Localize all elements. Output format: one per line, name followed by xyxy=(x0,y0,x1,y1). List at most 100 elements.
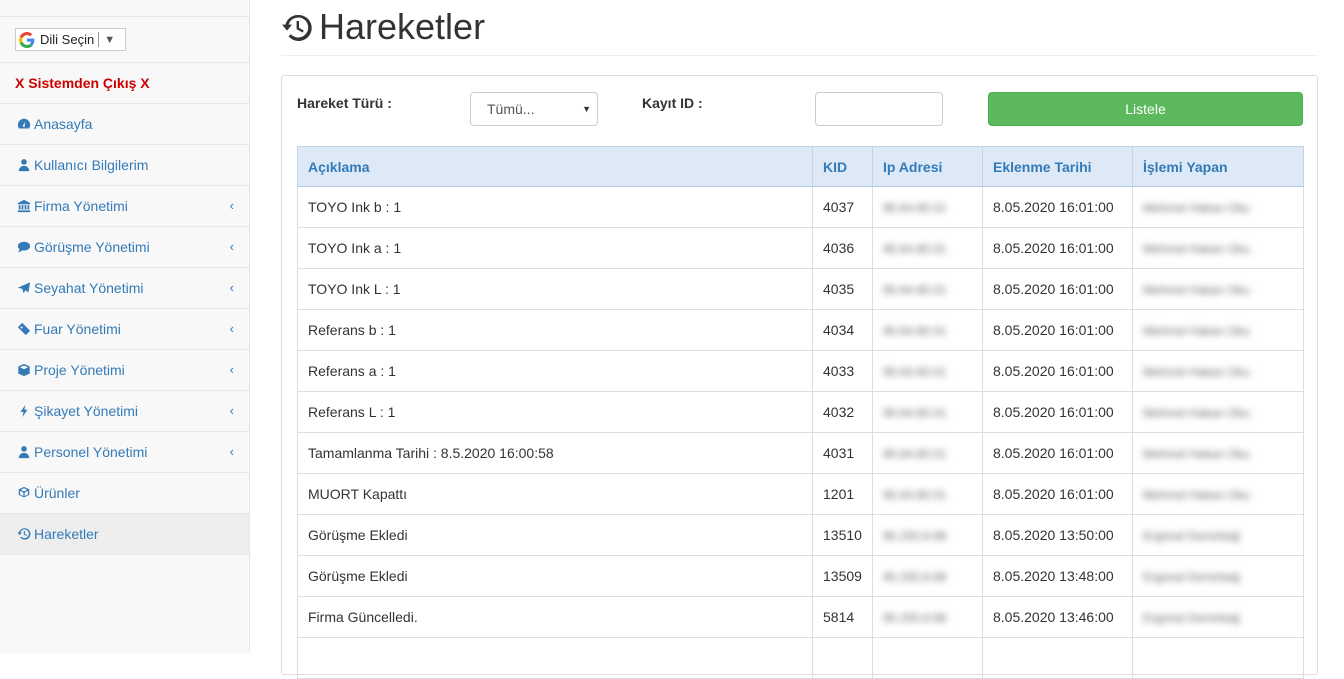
cell-kid: 4032 xyxy=(812,391,873,433)
page-header: Hareketler xyxy=(281,0,1318,56)
plane-icon xyxy=(17,281,31,295)
blurred-user-name: Mehmet Hakan Oku xyxy=(1143,406,1250,420)
header-islemi-yapan[interactable]: İşlemi Yapan xyxy=(1132,146,1304,187)
bank-icon xyxy=(17,199,31,213)
table-header-row: Açıklama KID Ip Adresi Eklenme Tarihi İş… xyxy=(297,146,1304,187)
cell-islemi-yapan: Mehmet Hakan Oku xyxy=(1132,391,1304,433)
cell-kid: 13509 xyxy=(812,555,873,597)
blurred-ip-address: 95.64.80.01 xyxy=(883,447,947,461)
cell-eklenme-tarihi: 8.05.2020 16:01:00 xyxy=(982,309,1133,351)
blurred-user-name: Mehmet Hakan Oku xyxy=(1143,488,1250,502)
chevron-left-icon: ‹ xyxy=(229,198,234,213)
header-ip-adresi[interactable]: Ip Adresi xyxy=(872,146,983,187)
table-row: Referans a : 1 4033 95.64.80.01 8.05.2020 1… xyxy=(297,350,1304,392)
record-id-label: Kayıt ID : xyxy=(642,95,703,111)
ticket-icon xyxy=(17,322,31,336)
list-button[interactable]: Listele xyxy=(988,92,1303,126)
blurred-ip-address: 95.64.80.01 xyxy=(883,283,947,297)
table-row: Referans b : 1 4034 95.64.80.01 8.05.2020 1… xyxy=(297,309,1304,351)
table-body: TOYO Ink b : 1 4037 95.64.80.01 8.05.2020 1… xyxy=(297,186,1304,679)
language-separator xyxy=(98,32,100,47)
cell-aciklama: Görüşme Ekledi xyxy=(297,555,813,597)
language-label: Dili Seçin xyxy=(40,32,95,47)
cell-eklenme-tarihi: 8.05.2020 16:01:00 xyxy=(982,432,1133,474)
sidebar-item-label: Seyahat Yönetimi xyxy=(34,280,144,296)
cell-aciklama: TOYO Ink a : 1 xyxy=(297,227,813,269)
chevron-left-icon: ‹ xyxy=(229,280,234,295)
chevron-left-icon: ‹ xyxy=(229,239,234,254)
table-row: TOYO Ink a : 1 4036 95.64.80.01 8.05.2020 1… xyxy=(297,227,1304,269)
cell-aciklama: TOYO Ink b : 1 xyxy=(297,186,813,228)
sidebar-item-label: Şikayet Yönetimi xyxy=(34,403,139,419)
cell-kid: 4033 xyxy=(812,350,873,392)
cell-eklenme-tarihi: 8.05.2020 16:01:00 xyxy=(982,186,1133,228)
cell-aciklama: Firma Güncelledi. xyxy=(297,596,813,638)
bolt-icon xyxy=(17,404,31,418)
sidebar-item-label: Firma Yönetimi xyxy=(34,198,128,214)
cell-aciklama: TOYO Ink L : 1 xyxy=(297,268,813,310)
cell-eklenme-tarihi: 8.05.2020 16:01:00 xyxy=(982,268,1133,310)
movement-type-selected: Tümü... xyxy=(487,101,535,117)
sidebar-item-proje-yonetimi[interactable]: Proje Yönetimi ‹ xyxy=(0,350,249,391)
table-row: Tamamlanma Tarihi : 8.5.2020 16:00:58 403… xyxy=(297,432,1304,474)
blurred-ip-address: 95.255.8.98 xyxy=(883,611,947,625)
table-row: TOYO Ink L : 1 4035 95.64.80.01 8.05.2020 1… xyxy=(297,268,1304,310)
movement-type-select[interactable]: Tümü... ▼ xyxy=(470,92,598,126)
sidebar-item-anasayfa[interactable]: Anasayfa xyxy=(0,104,249,145)
sidebar-item-label: Anasayfa xyxy=(34,116,93,132)
cell-eklenme-tarihi: 8.05.2020 16:01:00 xyxy=(982,391,1133,433)
blurred-ip-address: 95.64.80.01 xyxy=(883,488,947,502)
cell-islemi-yapan: Ergünal Demirbağ xyxy=(1132,596,1304,638)
cell-eklenme-tarihi: 8.05.2020 16:01:00 xyxy=(982,350,1133,392)
cell-eklenme-tarihi: 8.05.2020 16:01:00 xyxy=(982,227,1133,269)
blurred-user-name: Mehmet Hakan Oku xyxy=(1143,324,1250,338)
cell-islemi-yapan: Mehmet Hakan Oku xyxy=(1132,473,1304,515)
blurred-user-name: Mehmet Hakan Oku xyxy=(1143,365,1250,379)
header-aciklama[interactable]: Açıklama xyxy=(297,146,813,187)
cell-ip-adresi: 95.255.8.98 xyxy=(872,514,983,556)
blurred-user-name: Mehmet Hakan Oku xyxy=(1143,447,1250,461)
sidebar-item-firma-yonetimi[interactable]: Firma Yönetimi ‹ xyxy=(0,186,249,227)
cell-kid: 13510 xyxy=(812,514,873,556)
movements-table: Açıklama KID Ip Adresi Eklenme Tarihi İş… xyxy=(297,146,1304,679)
cell-kid: 4035 xyxy=(812,268,873,310)
header-eklenme-tarihi[interactable]: Eklenme Tarihi xyxy=(982,146,1133,187)
main-content: Hareketler Hareket Türü : Tümü... ▼ Kayı… xyxy=(251,0,1344,679)
caret-down-icon: ▼ xyxy=(582,104,591,114)
sidebar-item-gorusme-yonetimi[interactable]: Görüşme Yönetimi ‹ xyxy=(0,227,249,268)
table-row: Görüşme Ekledi 13509 95.255.8.98 8.05.2020 … xyxy=(297,555,1304,597)
blurred-ip-address: 95.64.80.01 xyxy=(883,324,947,338)
blurred-user-name: Ergünal Demirbağ xyxy=(1143,529,1240,543)
cubes-icon xyxy=(17,486,31,500)
language-selector[interactable]: Dili Seçin ▼ xyxy=(15,28,126,51)
cell-eklenme-tarihi: 8.05.2020 13:48:00 xyxy=(982,555,1133,597)
logout-label: X Sistemden Çıkış X xyxy=(15,75,150,91)
cell-kid: 5814 xyxy=(812,596,873,638)
sidebar-item-hareketler[interactable]: Hareketler xyxy=(0,514,249,555)
user-icon xyxy=(17,158,31,172)
logout-link[interactable]: X Sistemden Çıkış X xyxy=(0,63,249,104)
cell-ip-adresi: 95.255.8.98 xyxy=(872,596,983,638)
history-icon xyxy=(17,527,31,541)
header-kid[interactable]: KID xyxy=(812,146,873,187)
sidebar-item-kullanici-bilgilerim[interactable]: Kullanıcı Bilgilerim xyxy=(0,145,249,186)
sidebar-top-divider xyxy=(0,0,249,17)
sidebar-item-label: Hareketler xyxy=(34,526,99,542)
record-id-input[interactable] xyxy=(815,92,943,126)
sidebar-item-seyahat-yonetimi[interactable]: Seyahat Yönetimi ‹ xyxy=(0,268,249,309)
chevron-left-icon: ‹ xyxy=(229,403,234,418)
sidebar-item-urunler[interactable]: Ürünler xyxy=(0,473,249,514)
cell-islemi-yapan: Mehmet Hakan Oku xyxy=(1132,350,1304,392)
cell-ip-adresi: 95.64.80.01 xyxy=(872,227,983,269)
sidebar-item-sikayet-yonetimi[interactable]: Şikayet Yönetimi ‹ xyxy=(0,391,249,432)
cell-aciklama: Referans L : 1 xyxy=(297,391,813,433)
table-row: Firma Güncelledi. 5814 95.255.8.98 8.05.202… xyxy=(297,596,1304,638)
blurred-ip-address: 95.64.80.01 xyxy=(883,406,947,420)
cell-kid: 4034 xyxy=(812,309,873,351)
sidebar-item-personel-yonetimi[interactable]: Personel Yönetimi ‹ xyxy=(0,432,249,473)
cell-aciklama: Referans b : 1 xyxy=(297,309,813,351)
page-title: Hareketler xyxy=(319,5,486,47)
sidebar-item-fuar-yonetimi[interactable]: Fuar Yönetimi ‹ xyxy=(0,309,249,350)
cell-ip-adresi: 95.255.8.98 xyxy=(872,555,983,597)
filter-panel: Hareket Türü : Tümü... ▼ Kayıt ID : List… xyxy=(281,75,1318,679)
